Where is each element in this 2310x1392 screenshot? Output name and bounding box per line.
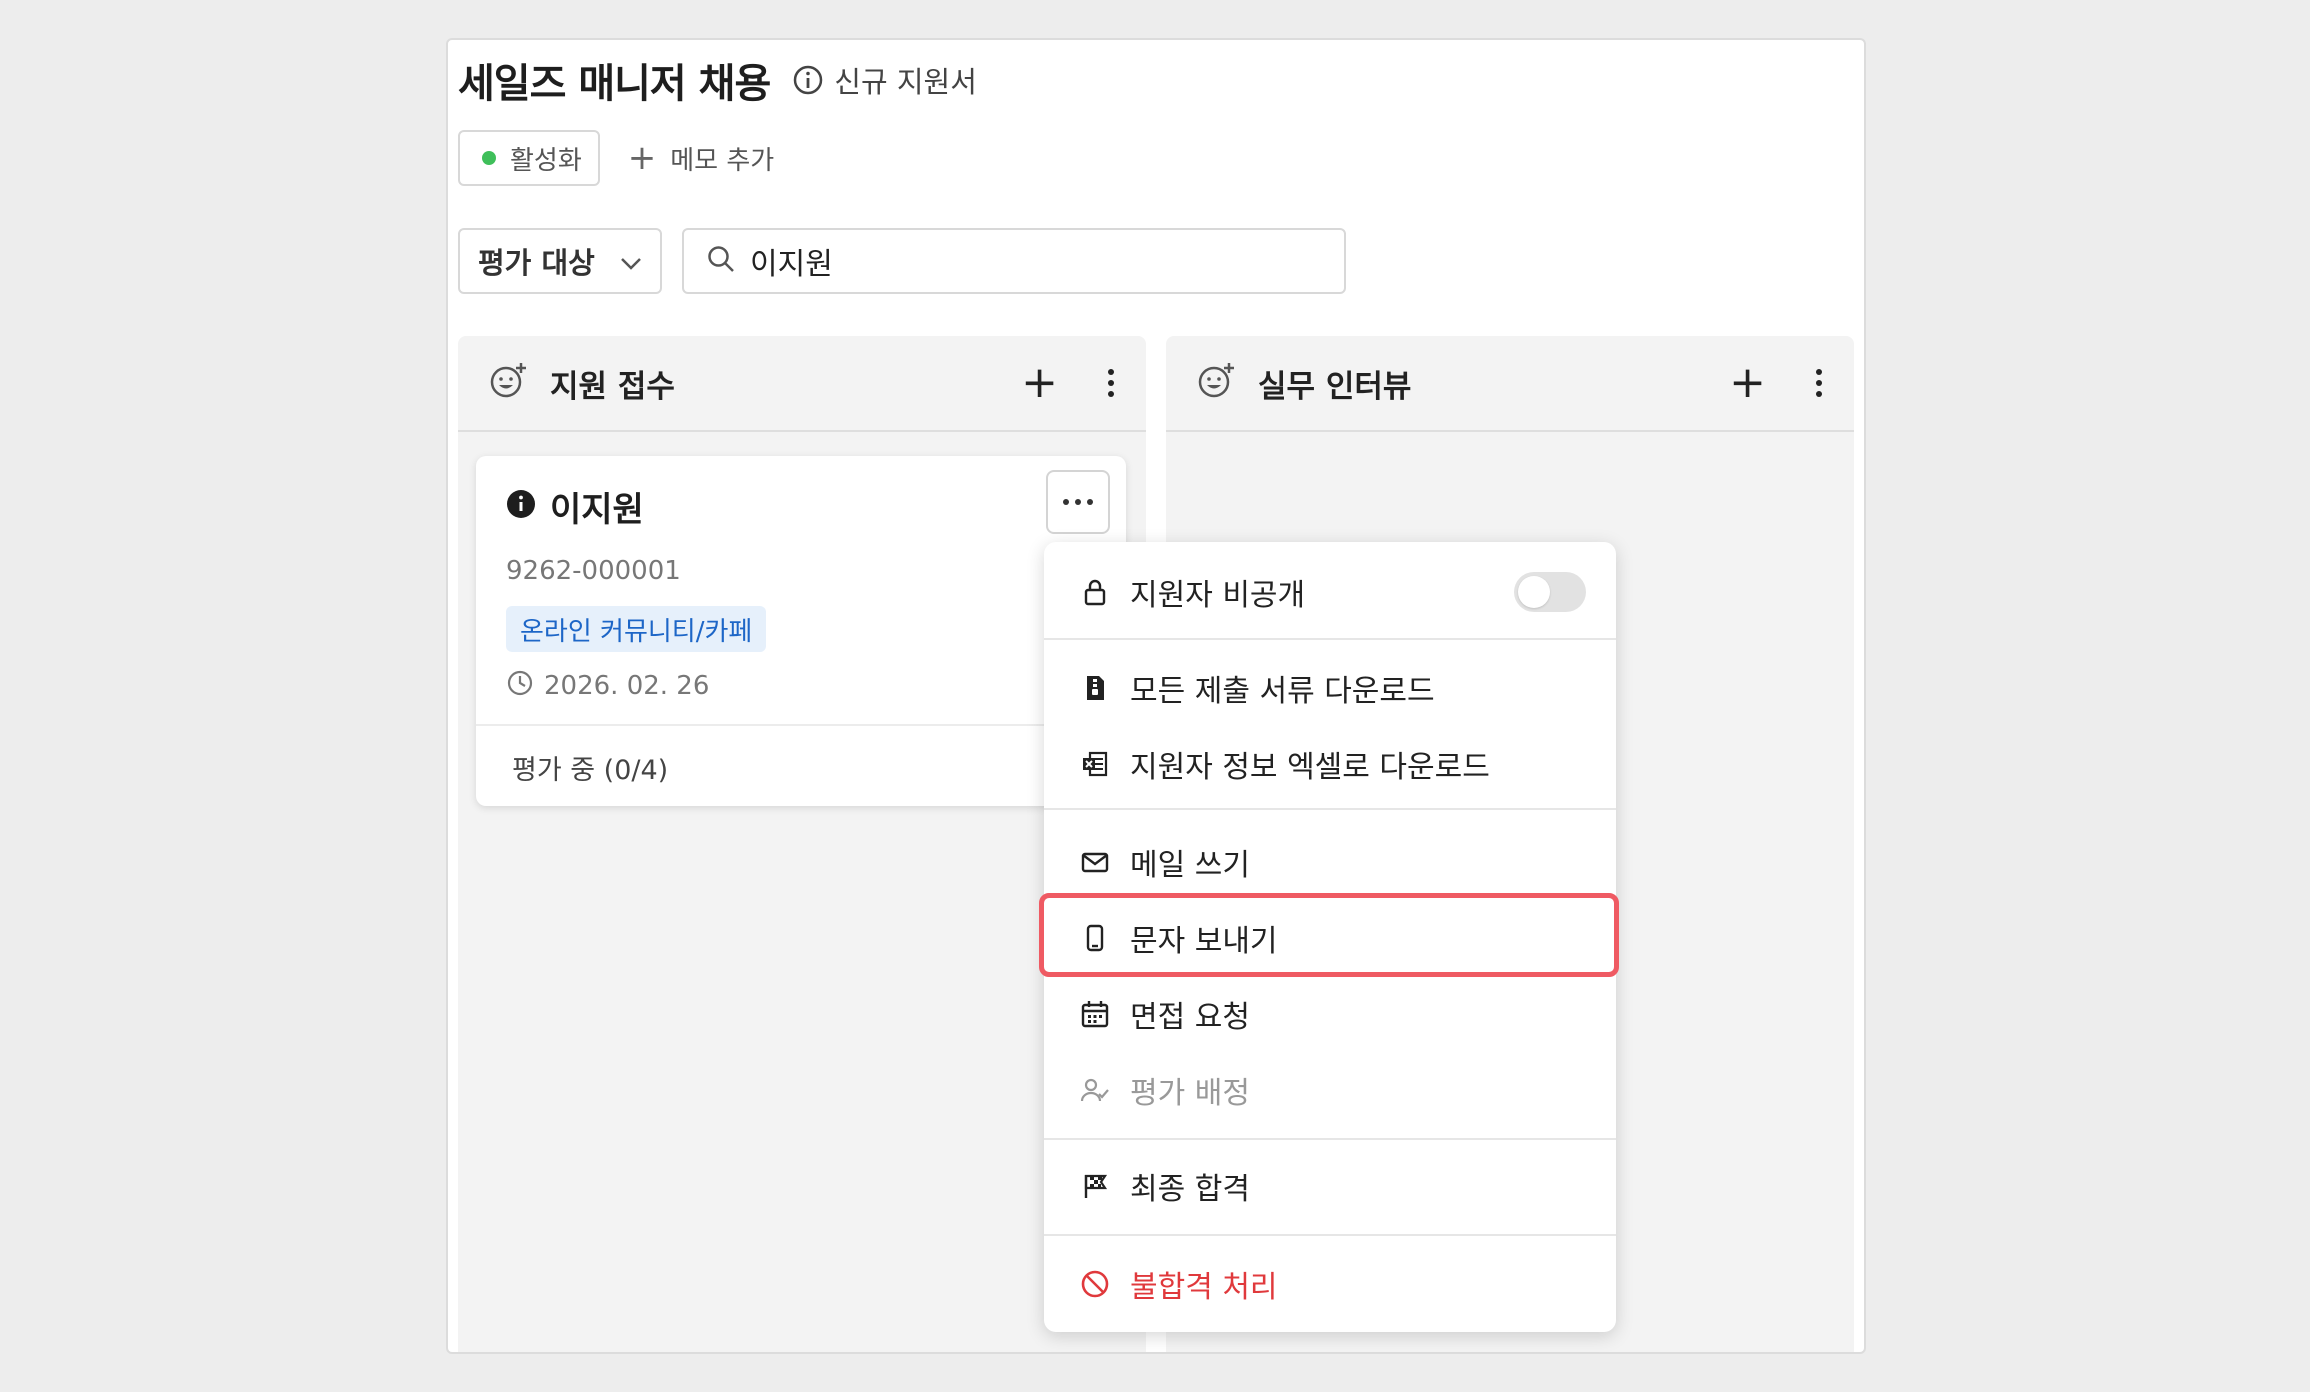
menu-item-label: 지원자 정보 엑셀로 다운로드 (1130, 750, 1490, 785)
menu-divider (1044, 1234, 1616, 1236)
menu-item-label: 면접 요청 (1130, 1000, 1250, 1035)
title-row: 세일즈 매니저 채용 신규 지원서 (458, 50, 977, 110)
status-label: 활성화 (510, 145, 582, 176)
evaluation-progress: 평가 중 (0/4) (512, 755, 669, 786)
menu-item-final-pass[interactable]: 최종 합격 (1080, 1156, 1250, 1216)
menu-item-label: 평가 배정 (1130, 1076, 1250, 1111)
menu-item-label: 문자 보내기 (1130, 924, 1278, 959)
applicant-name: 이지원 (550, 489, 644, 530)
evaluation-filter-select[interactable]: 평가 대상 (458, 228, 662, 294)
card-name-row: 이지원 (506, 476, 644, 536)
card-context-menu: 지원자 비공개 모든 제출 서류 다운로드 지원자 정보 엑셀로 다운로드 메일… (1044, 542, 1616, 1332)
lock-icon (1080, 577, 1110, 607)
info-filled-icon (506, 489, 536, 523)
menu-item-label: 지원자 비공개 (1130, 578, 1306, 613)
excel-icon (1080, 749, 1110, 779)
menu-item-send-sms[interactable]: 문자 보내기 (1080, 908, 1278, 968)
clock-icon (506, 669, 544, 704)
menu-item-download-excel[interactable]: 지원자 정보 엑셀로 다운로드 (1080, 734, 1490, 794)
card-more-button[interactable] (1046, 470, 1110, 534)
file-zip-icon (1080, 673, 1110, 703)
filter-selected-label: 평가 대상 (478, 246, 595, 280)
column-more-icon[interactable] (1814, 369, 1824, 397)
add-memo-button[interactable]: + 메모 추가 (628, 140, 774, 177)
status-badge[interactable]: 활성화 (458, 130, 600, 186)
smile-plus-icon (1196, 361, 1236, 405)
search-icon (706, 244, 736, 278)
column-actions: + (1729, 361, 1824, 405)
search-box[interactable] (682, 228, 1346, 294)
menu-item-reject[interactable]: 불합격 처리 (1080, 1254, 1278, 1314)
menu-item-assign-evaluation[interactable]: 평가 배정 (1080, 1060, 1250, 1120)
menu-item-label: 불합격 처리 (1130, 1270, 1278, 1305)
column-title: 지원 접수 (550, 368, 675, 405)
menu-item-write-email[interactable]: 메일 쓰기 (1080, 832, 1250, 892)
menu-item-download-documents[interactable]: 모든 제출 서류 다운로드 (1080, 658, 1435, 718)
mail-icon (1080, 847, 1110, 877)
filter-row: 평가 대상 (458, 228, 1346, 294)
column-header: 실무 인터뷰 + (1166, 336, 1854, 432)
column-header: 지원 접수 + (458, 336, 1146, 432)
menu-item-request-interview[interactable]: 면접 요청 (1080, 984, 1250, 1044)
private-toggle[interactable] (1514, 572, 1586, 612)
menu-item-private[interactable]: 지원자 비공개 (1080, 562, 1305, 622)
add-memo-label: 메모 추가 (670, 145, 775, 176)
tag-row: 활성화 + 메모 추가 (458, 130, 774, 186)
phone-icon (1080, 923, 1110, 953)
menu-divider (1044, 1138, 1616, 1140)
page-subtitle: 신규 지원서 (834, 65, 977, 99)
column-application-received: 지원 접수 + 이지원 9262-000001 온라인 커뮤니티/카페 2026… (458, 336, 1146, 1352)
menu-divider (1044, 638, 1616, 640)
calendar-icon (1080, 999, 1110, 1029)
applied-date-row: 2026. 02. 26 (506, 666, 709, 706)
card-divider (476, 724, 1126, 726)
column-title: 실무 인터뷰 (1258, 368, 1412, 405)
chevron-down-icon (620, 244, 642, 278)
info-icon[interactable] (792, 64, 824, 96)
status-dot-icon (482, 151, 496, 165)
ban-icon (1080, 1269, 1110, 1299)
menu-divider (1044, 808, 1616, 810)
applicant-id: 9262-000001 (506, 556, 681, 586)
source-tag: 온라인 커뮤니티/카페 (506, 606, 767, 652)
user-check-icon (1080, 1075, 1110, 1105)
column-more-icon[interactable] (1106, 369, 1116, 397)
menu-item-label: 모든 제출 서류 다운로드 (1130, 674, 1435, 709)
applied-date: 2026. 02. 26 (544, 671, 710, 701)
add-applicant-button[interactable]: + (1729, 361, 1766, 405)
applicant-card[interactable]: 이지원 9262-000001 온라인 커뮤니티/카페 2026. 02. 26… (476, 456, 1126, 806)
add-applicant-button[interactable]: + (1021, 361, 1058, 405)
flag-icon (1080, 1171, 1110, 1201)
smile-plus-icon (488, 361, 528, 405)
search-input[interactable] (750, 243, 1310, 279)
plus-icon: + (627, 138, 657, 178)
menu-item-label: 최종 합격 (1130, 1172, 1250, 1207)
menu-item-label: 메일 쓰기 (1130, 848, 1250, 883)
page-title: 세일즈 매니저 채용 (458, 61, 771, 107)
column-actions: + (1021, 361, 1116, 405)
